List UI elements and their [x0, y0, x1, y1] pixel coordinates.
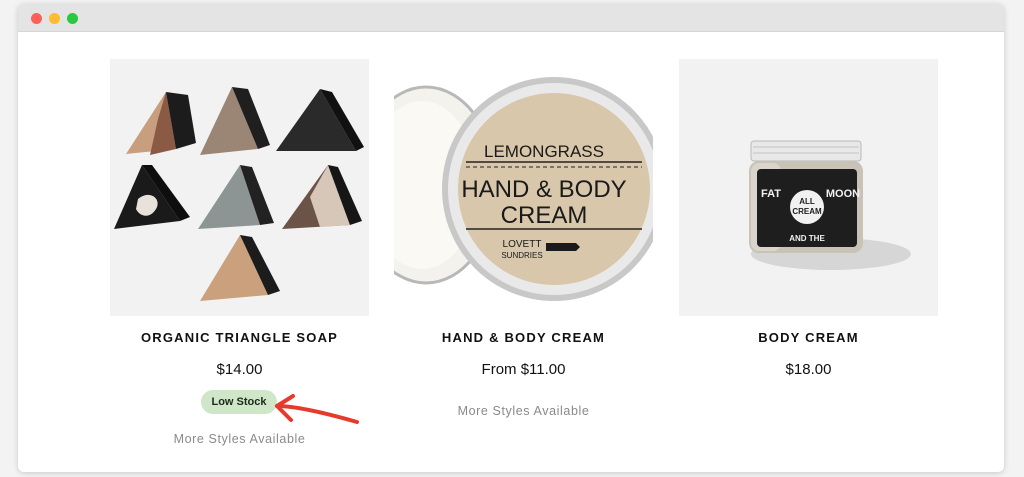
tin-label-line1: HAND & BODY	[461, 176, 626, 203]
product-image-hand-body-cream[interactable]: LEMONGRASS HAND & BODY CREAM LOVETT SUND…	[394, 59, 653, 316]
red-arrow-icon	[275, 394, 359, 424]
product-title[interactable]: HAND & BODY CREAM	[394, 330, 653, 345]
title-bar	[18, 4, 1004, 32]
jar-label-center: CREAM	[792, 207, 822, 216]
more-styles-link[interactable]: More Styles Available	[394, 404, 653, 418]
jar-label-arc3: MOON	[826, 188, 860, 200]
close-window-button[interactable]	[31, 13, 42, 24]
product-title[interactable]: BODY CREAM	[679, 330, 938, 345]
jar-label-top: ALL	[799, 197, 815, 206]
jar-label-arc2: AND THE	[789, 234, 825, 243]
tin-brand-line2: SUNDRIES	[501, 251, 542, 260]
product-price: $18.00	[785, 361, 832, 378]
tin-brand-line1: LOVETT	[503, 239, 542, 250]
tin-label-line2: CREAM	[501, 202, 588, 229]
tin-label-scent: LEMONGRASS	[484, 142, 604, 161]
minimize-window-button[interactable]	[49, 13, 60, 24]
browser-window: ORGANIC TRIANGLE SOAP $14.00 Low Stock M…	[18, 4, 1004, 472]
zoom-window-button[interactable]	[67, 13, 78, 24]
product-image-triangle-soap[interactable]	[110, 59, 369, 316]
product-price: $14.00	[216, 361, 263, 378]
product-price: From $11.00	[481, 361, 566, 378]
product-image-body-cream[interactable]: ALL CREAM FAT AND THE MOON	[679, 59, 938, 316]
jar-label-arc1: FAT	[761, 188, 781, 200]
more-styles-link[interactable]: More Styles Available	[110, 432, 369, 446]
low-stock-badge: Low Stock	[201, 390, 277, 414]
product-title[interactable]: ORGANIC TRIANGLE SOAP	[110, 330, 369, 345]
